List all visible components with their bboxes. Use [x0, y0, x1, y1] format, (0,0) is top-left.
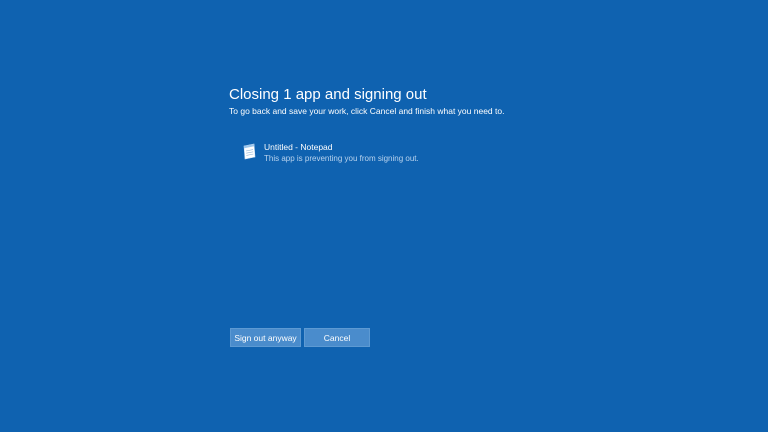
blocking-app-list: Untitled - Notepad This app is preventin…: [240, 142, 419, 164]
page-title: Closing 1 app and signing out: [229, 86, 427, 103]
app-name: Untitled - Notepad: [264, 142, 333, 152]
app-status: This app is preventing you from signing …: [264, 154, 419, 163]
instruction-text: To go back and save your work, click Can…: [229, 106, 505, 116]
signout-message: Closing 1 app and signing out To go back…: [229, 86, 649, 117]
cancel-button[interactable]: Cancel: [304, 328, 370, 347]
sign-out-anyway-button[interactable]: Sign out anyway: [230, 328, 301, 347]
signout-screen: Closing 1 app and signing out To go back…: [0, 0, 768, 432]
action-buttons: Sign out anyway Cancel: [230, 328, 370, 347]
notepad-icon: [240, 143, 258, 161]
app-info: Untitled - Notepad This app is preventin…: [264, 142, 419, 164]
list-item: Untitled - Notepad This app is preventin…: [240, 142, 419, 164]
